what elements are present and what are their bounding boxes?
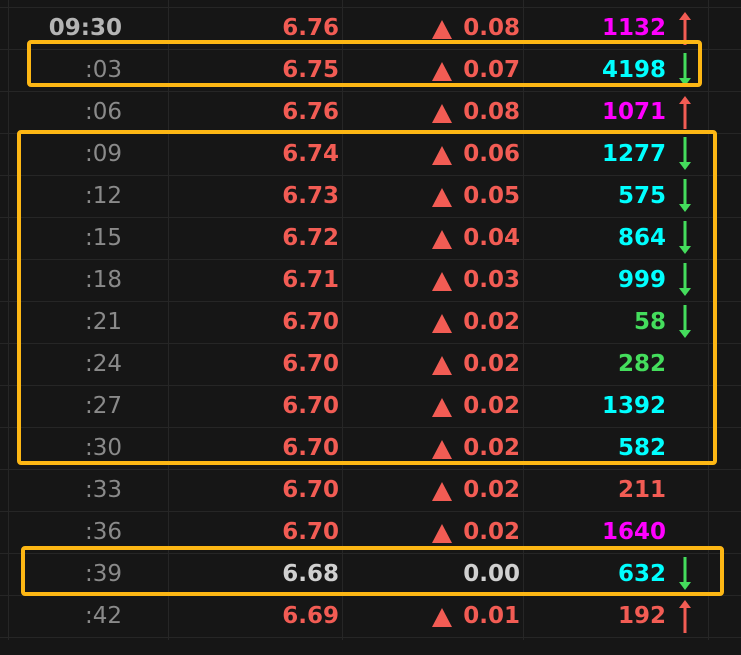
up-triangle-icon <box>432 608 452 627</box>
volume-cell: 1071 <box>601 99 666 125</box>
price-cell: 6.76 <box>282 99 339 125</box>
table-row[interactable]: :06 6.76 0.08 1071 <box>0 91 741 133</box>
time-cell: :42 <box>84 603 122 629</box>
time-cell: :33 <box>84 477 122 503</box>
up-triangle-icon <box>432 104 452 123</box>
change-cell: 0.01 <box>463 603 520 629</box>
highlight-box <box>27 40 702 87</box>
change-cell: 0.08 <box>463 99 520 125</box>
price-cell: 6.69 <box>282 603 339 629</box>
grid-row-line <box>0 637 741 638</box>
volume-cell: 211 <box>617 477 666 503</box>
table-row[interactable]: :42 6.69 0.01 192 <box>0 595 741 637</box>
highlight-box <box>21 546 724 596</box>
change-cell: 0.02 <box>463 477 520 503</box>
up-triangle-icon <box>432 524 452 543</box>
arrow-up-icon <box>679 96 691 129</box>
arrow-up-icon <box>679 600 691 633</box>
volume-cell: 192 <box>617 603 666 629</box>
up-triangle-icon <box>432 20 452 39</box>
price-cell: 6.70 <box>282 477 339 503</box>
highlight-box <box>17 130 717 465</box>
up-triangle-icon <box>432 482 452 501</box>
time-cell: :06 <box>84 99 122 125</box>
table-row[interactable]: :33 6.70 0.02 211 <box>0 469 741 511</box>
